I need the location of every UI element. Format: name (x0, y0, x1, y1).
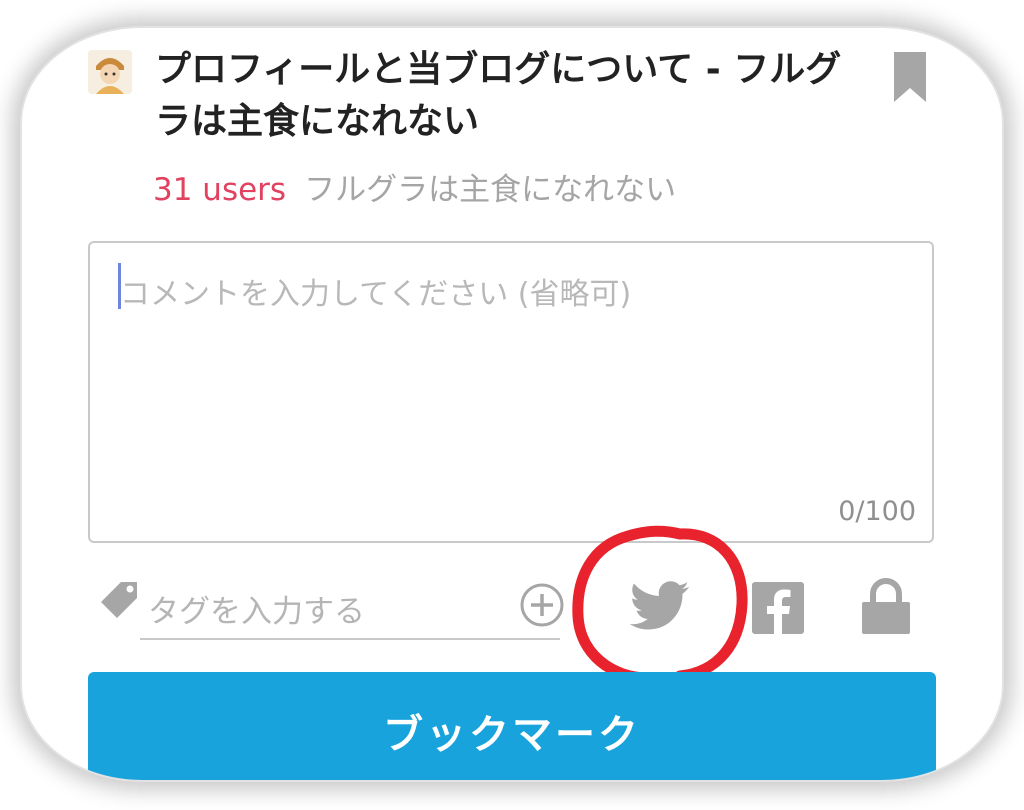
tag-input[interactable]: タグを入力する (140, 582, 560, 640)
comment-textarea[interactable]: コメントを入力してください (省略可) 0/100 (88, 241, 934, 543)
lock-icon[interactable] (860, 576, 912, 636)
facebook-icon[interactable] (752, 582, 804, 634)
bookmark-flag-icon[interactable] (892, 52, 928, 104)
users-count[interactable]: 31 users (153, 172, 286, 208)
entry-title[interactable]: プロフィールと当ブログについて - フルグラは主食になれない (155, 44, 855, 148)
twitter-icon[interactable] (630, 580, 690, 632)
avatar-image (88, 50, 132, 94)
bookmark-dialog: プロフィールと当ブログについて - フルグラは主食になれない 31 users フ… (22, 28, 1002, 780)
tag-placeholder: タグを入力する (148, 594, 365, 630)
site-name: フルグラは主食になれない (304, 172, 677, 208)
user-avatar (88, 50, 132, 94)
comment-placeholder: コメントを入力してください (省略可) (120, 277, 632, 312)
facebook-glyph (767, 589, 791, 634)
character-counter: 0/100 (838, 496, 916, 527)
add-tag-icon[interactable] (519, 582, 565, 628)
entry-meta: 31 users フルグラは主食になれない (153, 170, 676, 210)
tag-icon (101, 582, 137, 618)
bookmark-button[interactable]: ブックマーク (88, 672, 936, 780)
